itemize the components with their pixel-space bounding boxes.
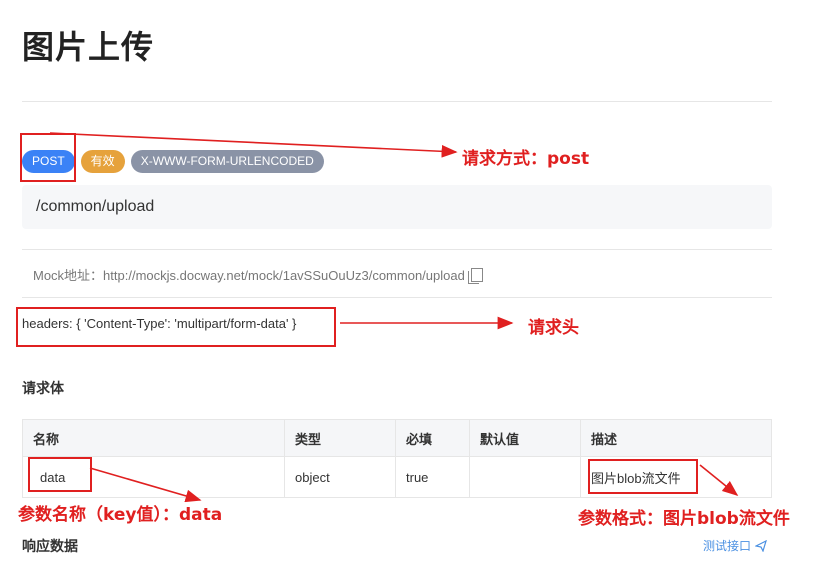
endpoint-path: /common/upload [22,185,772,229]
section-response: 响应数据 [22,539,78,555]
annotation-box-headers [16,307,336,347]
col-description: 描述 [580,419,772,457]
annotation-box-format [588,459,698,494]
annotation-box-method [20,133,76,182]
encoding-badge: X-WWW-FORM-URLENCODED [130,150,324,173]
table-header-row: 名称 类型 必填 默认值 描述 [22,419,772,457]
annotation-header: 请求头 [528,318,579,338]
test-api-label: 测试接口 [703,539,752,553]
send-icon [755,539,767,552]
divider [22,249,772,250]
annotation-method: 请求方式：post [462,149,590,169]
cell-required: true [395,456,470,498]
page-title: 图片上传 [22,28,155,66]
annotation-format: 参数格式：图片blob流文件 [578,509,790,529]
col-default: 默认值 [469,419,581,457]
annotation-key: 参数名称（key值）：data [18,505,223,525]
divider [22,297,772,298]
section-request-body: 请求体 [22,381,64,397]
copy-icon[interactable] [467,267,483,284]
col-type: 类型 [284,419,396,457]
divider [22,101,772,102]
mock-url: Mock地址：http://mockjs.docway.net/mock/1av… [33,265,483,284]
col-required: 必填 [395,419,470,457]
cell-type: object [284,456,396,498]
status-badge: 有效 [80,150,125,173]
mock-url-text: Mock地址：http://mockjs.docway.net/mock/1av… [33,268,465,283]
annotation-box-key [28,457,92,492]
cell-default [469,456,581,498]
test-api-link[interactable]: 测试接口 [703,537,767,554]
col-name: 名称 [22,419,285,457]
